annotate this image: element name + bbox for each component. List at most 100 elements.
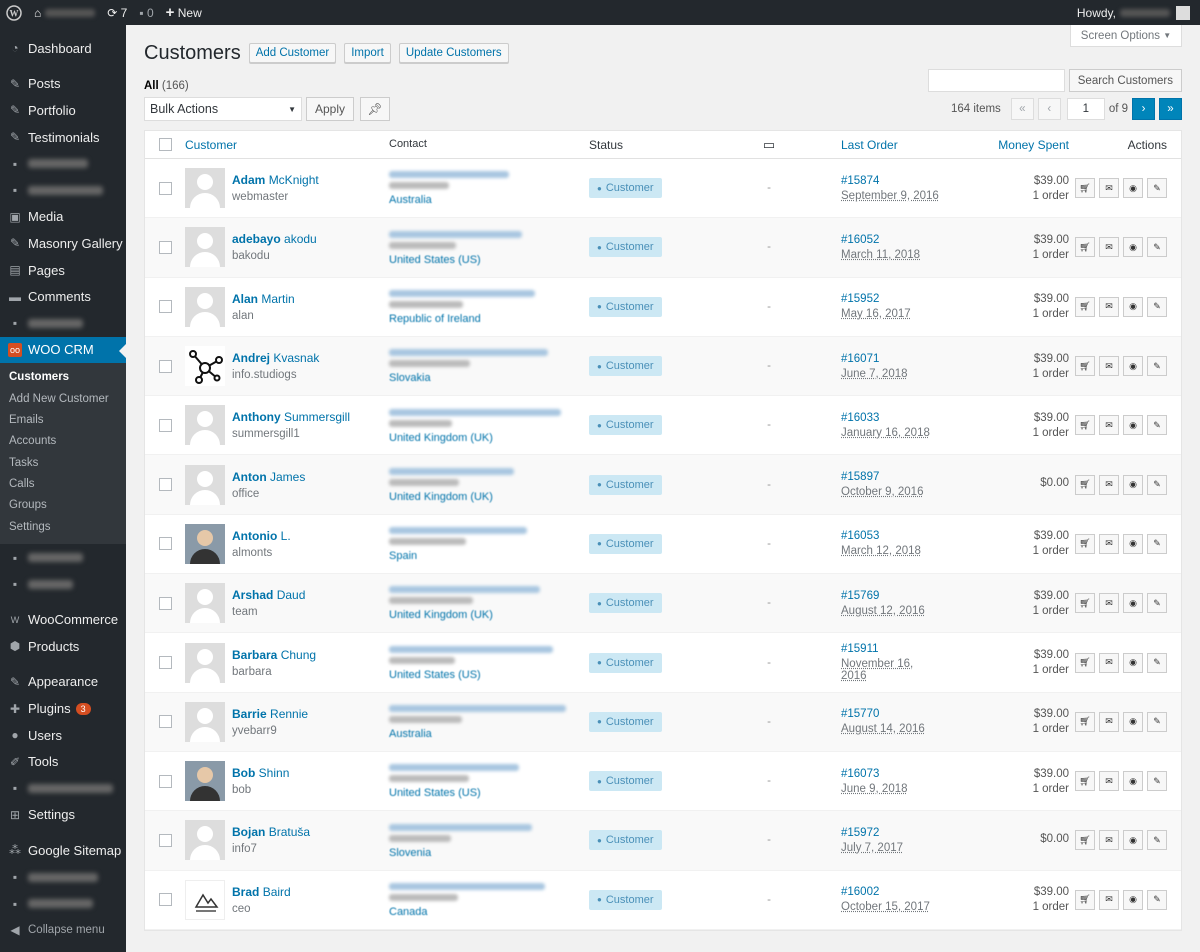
- customer-name-link[interactable]: Bojan Bratuša: [232, 825, 310, 839]
- sidebar-item-posts[interactable]: ✎ Posts: [0, 71, 126, 98]
- submenu-groups[interactable]: Groups: [0, 495, 126, 516]
- col-last-order[interactable]: Last Order: [799, 138, 939, 152]
- customer-name-link[interactable]: Anton James: [232, 470, 305, 484]
- row-checkbox[interactable]: [158, 596, 172, 610]
- new-order-button[interactable]: 🛒︎: [1075, 474, 1095, 495]
- send-email-button[interactable]: ✉: [1099, 652, 1119, 673]
- new-order-button[interactable]: 🛒︎: [1075, 593, 1095, 614]
- view-button[interactable]: ◉: [1123, 830, 1143, 851]
- order-link[interactable]: #16073: [841, 768, 939, 780]
- new-order-button[interactable]: 🛒︎: [1075, 178, 1095, 199]
- email-link[interactable]: [389, 882, 545, 890]
- row-checkbox[interactable]: [158, 359, 172, 373]
- email-link[interactable]: [389, 467, 514, 475]
- edit-button[interactable]: ✎: [1147, 593, 1167, 614]
- sidebar-item-pages[interactable]: ▤ Pages: [0, 257, 126, 284]
- import-button[interactable]: Import: [344, 43, 391, 63]
- send-email-button[interactable]: ✉: [1099, 474, 1119, 495]
- customer-name-link[interactable]: Alan Martin: [232, 292, 295, 306]
- search-customers-button[interactable]: Search Customers: [1068, 69, 1182, 92]
- edit-button[interactable]: ✎: [1147, 830, 1167, 851]
- sidebar-item-plugins[interactable]: ✚ Plugins 3: [0, 695, 126, 722]
- edit-button[interactable]: ✎: [1147, 889, 1167, 910]
- email-link[interactable]: [389, 230, 522, 238]
- select-all-checkbox[interactable]: [158, 138, 172, 151]
- customer-name-link[interactable]: Bob Shinn: [232, 766, 289, 780]
- view-button[interactable]: ◉: [1123, 771, 1143, 792]
- last-page-button[interactable]: »: [1159, 98, 1182, 120]
- email-link[interactable]: [389, 764, 519, 772]
- new-order-button[interactable]: 🛒︎: [1075, 533, 1095, 554]
- order-link[interactable]: #15770: [841, 708, 939, 720]
- screen-options-button[interactable]: Screen Options ▼: [1070, 25, 1182, 47]
- col-money-spent[interactable]: Money Spent: [939, 138, 1069, 152]
- sidebar-item-blurred-3[interactable]: ▪: [0, 310, 126, 337]
- new-order-button[interactable]: 🛒︎: [1075, 771, 1095, 792]
- send-email-button[interactable]: ✉: [1099, 296, 1119, 317]
- view-button[interactable]: ◉: [1123, 178, 1143, 199]
- row-checkbox[interactable]: [158, 656, 172, 670]
- row-checkbox[interactable]: [158, 181, 172, 195]
- customer-name-link[interactable]: Barrie Rennie: [232, 707, 308, 721]
- row-checkbox[interactable]: [158, 537, 172, 551]
- view-button[interactable]: ◉: [1123, 711, 1143, 732]
- view-button[interactable]: ◉: [1123, 415, 1143, 436]
- account-menu[interactable]: Howdy,: [1077, 5, 1200, 20]
- order-link[interactable]: #15897: [841, 471, 939, 483]
- col-customer[interactable]: Customer: [185, 138, 389, 152]
- edit-button[interactable]: ✎: [1147, 296, 1167, 317]
- sidebar-item-blurred-6[interactable]: ▪: [0, 775, 126, 802]
- send-email-button[interactable]: ✉: [1099, 178, 1119, 199]
- collapse-menu-button[interactable]: ◀ Collapse menu: [0, 917, 126, 944]
- new-order-button[interactable]: 🛒︎: [1075, 415, 1095, 436]
- edit-button[interactable]: ✎: [1147, 771, 1167, 792]
- customer-name-link[interactable]: Brad Baird: [232, 885, 291, 899]
- sidebar-item-appearance[interactable]: ✎ Appearance: [0, 669, 126, 696]
- order-link[interactable]: #16002: [841, 886, 939, 898]
- submenu-settings[interactable]: Settings: [0, 517, 126, 538]
- email-link[interactable]: [389, 645, 553, 653]
- sidebar-item-blurred-8[interactable]: ▪: [0, 890, 126, 917]
- sidebar-item-dashboard[interactable]: ◔ Dashboard: [0, 35, 126, 62]
- sidebar-item-blurred-4[interactable]: ▪: [0, 544, 126, 571]
- email-link[interactable]: [389, 289, 535, 297]
- email-link[interactable]: [389, 823, 532, 831]
- row-checkbox[interactable]: [158, 300, 172, 314]
- row-checkbox[interactable]: [158, 893, 172, 907]
- first-page-button[interactable]: «: [1010, 98, 1034, 120]
- view-button[interactable]: ◉: [1123, 237, 1143, 258]
- send-email-button[interactable]: ✉: [1099, 711, 1119, 732]
- update-customers-button[interactable]: Update Customers: [398, 43, 509, 63]
- edit-button[interactable]: ✎: [1147, 356, 1167, 377]
- customer-name-link[interactable]: Arshad Daud: [232, 588, 305, 602]
- pin-button[interactable]: 📌︎: [360, 97, 391, 121]
- new-order-button[interactable]: 🛒︎: [1075, 889, 1095, 910]
- new-order-button[interactable]: 🛒︎: [1075, 830, 1095, 851]
- edit-button[interactable]: ✎: [1147, 415, 1167, 436]
- submenu-tasks[interactable]: Tasks: [0, 453, 126, 474]
- order-link[interactable]: #15874: [841, 175, 939, 187]
- send-email-button[interactable]: ✉: [1099, 830, 1119, 851]
- sidebar-item-google-sitemap[interactable]: ⁂ Google Sitemap: [0, 837, 126, 864]
- send-email-button[interactable]: ✉: [1099, 593, 1119, 614]
- site-name-link[interactable]: ⌂: [28, 0, 101, 25]
- apply-button[interactable]: Apply: [306, 97, 355, 121]
- send-email-button[interactable]: ✉: [1099, 415, 1119, 436]
- sidebar-item-blurred-5[interactable]: ▪: [0, 571, 126, 598]
- send-email-button[interactable]: ✉: [1099, 237, 1119, 258]
- send-email-button[interactable]: ✉: [1099, 771, 1119, 792]
- sidebar-item-woo-crm[interactable]: oo WOO CRM: [0, 336, 126, 364]
- submenu-emails[interactable]: Emails: [0, 410, 126, 431]
- sidebar-item-blurred-2[interactable]: ▪: [0, 177, 126, 204]
- order-link[interactable]: #15972: [841, 827, 939, 839]
- email-link[interactable]: [389, 527, 527, 535]
- edit-button[interactable]: ✎: [1147, 711, 1167, 732]
- new-content-link[interactable]: + New: [160, 0, 208, 25]
- sidebar-item-masonry-gallery[interactable]: ✎ Masonry Gallery: [0, 230, 126, 257]
- wordpress-logo-icon[interactable]: W: [0, 0, 28, 25]
- sidebar-item-woocommerce[interactable]: W WooCommerce: [0, 606, 126, 633]
- submenu-calls[interactable]: Calls: [0, 474, 126, 495]
- row-checkbox[interactable]: [158, 418, 172, 432]
- new-order-button[interactable]: 🛒︎: [1075, 296, 1095, 317]
- order-link[interactable]: #15769: [841, 590, 939, 602]
